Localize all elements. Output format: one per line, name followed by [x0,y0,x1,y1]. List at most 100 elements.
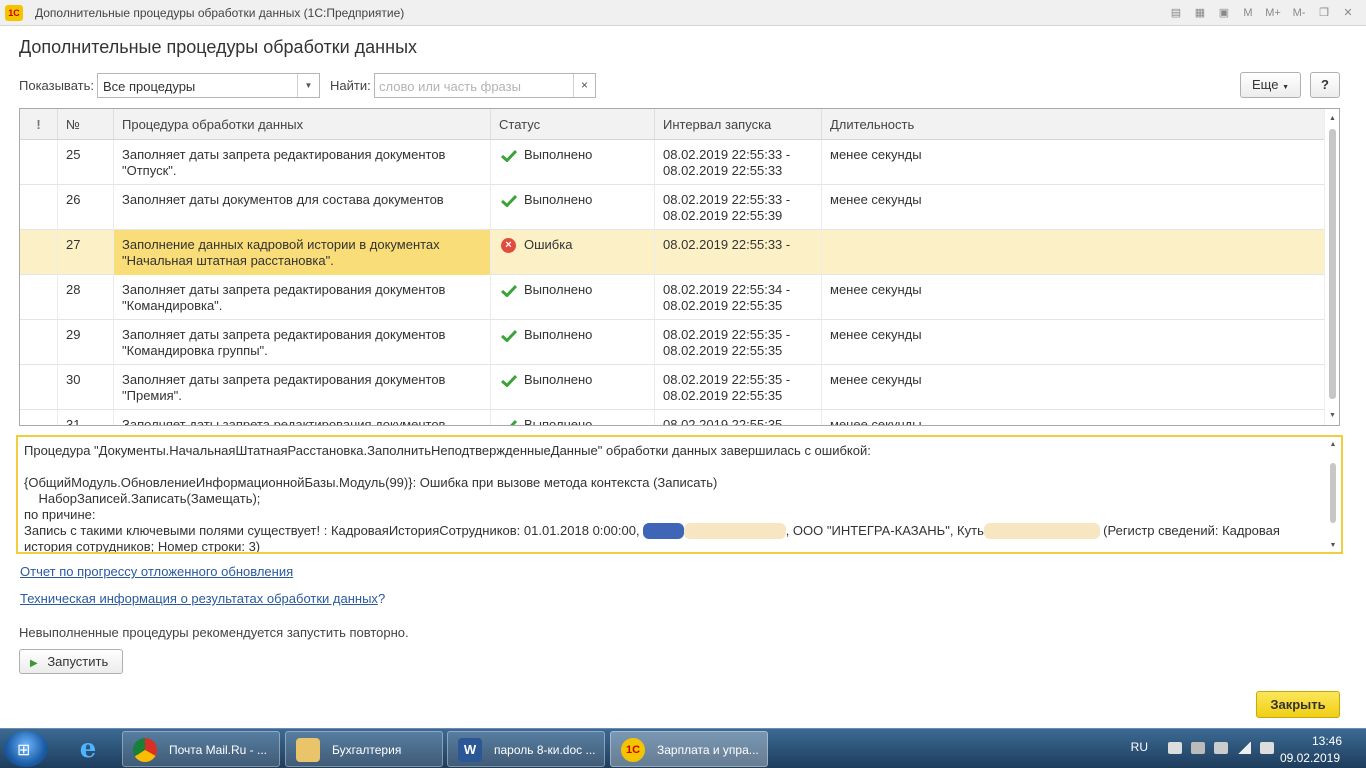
table-scrollbar[interactable]: ▲ ▼ [1324,109,1339,425]
message-scrollbar[interactable]: ▲ ▼ [1327,441,1339,549]
column-header-procedure[interactable]: Процедура обработки данных [114,109,491,140]
1c-icon: 1С [621,738,645,762]
row-status: Выполнено [491,275,655,320]
row-status-label: Выполнено [524,147,593,162]
row-importance [20,140,58,185]
search-input[interactable] [379,77,569,95]
device-icon[interactable] [1214,742,1228,754]
row-procedure: Заполняет даты запрета редактирования до… [114,320,491,365]
redacted-name-2: ин Артем Игоревич [983,523,1100,539]
chevron-down-icon[interactable]: ▼ [297,74,319,97]
row-interval: 08.02.2019 22:55:33 - 08.02.2019 22:55:3… [655,185,822,230]
row-importance [20,365,58,410]
window-title-bar: 1С Дополнительные процедуры обработки да… [0,0,1366,26]
row-duration: менее секунды [830,327,922,342]
taskbar-item-label: Бухгалтерия [332,743,402,757]
start-button[interactable]: ⊞ [4,731,48,767]
checkmark-icon [500,329,518,343]
row-status: Выполнено [491,185,655,230]
row-status-label: Ошибка [524,237,573,252]
checkmark-icon [501,419,518,425]
taskbar-item-label: пароль 8-ки.doc ... [494,743,596,757]
clear-search-icon[interactable]: × [573,74,595,97]
error-icon: × [501,238,516,253]
title-bar-tools: ▤ ▦ ▣ M M+ M- ❐ ✕ [1166,4,1358,22]
row-status: Выполнено [491,140,655,185]
checkmark-icon [500,284,518,298]
table-icon[interactable]: ▦ [1190,4,1210,22]
error-line-3: НаборЗаписей.Записать(Замещать); [24,491,261,506]
row-status: Выполнено [491,410,655,425]
show-select[interactable]: Все процедуры ▼ [97,73,320,98]
column-header-importance[interactable]: ! [20,109,58,140]
taskbar-item-mail[interactable]: Почта Mail.Ru - ... [122,731,280,767]
calendar-icon[interactable]: ▣ [1214,4,1234,22]
close-window-icon[interactable]: ✕ [1338,4,1358,22]
row-importance [20,230,58,275]
table-row[interactable]: 31 Заполняет даты запрета редактирования … [20,410,1325,425]
ie-icon[interactable]: e [72,733,104,765]
tech-info-help-icon[interactable]: ? [378,591,385,606]
procedures-table: ! № Процедура обработки данных Статус Ин… [19,108,1340,426]
memory-button[interactable]: M [1238,4,1258,22]
keyboard-icon[interactable] [1168,742,1182,754]
memory-minus-button[interactable]: M- [1288,4,1310,22]
close-button[interactable]: Закрыть [1256,691,1340,718]
error-line-2: {ОбщийМодуль.ОбновлениеИнформационнойБаз… [24,475,718,490]
volume-icon[interactable] [1260,742,1274,754]
column-header-duration[interactable]: Длительность [822,109,1325,140]
table-row[interactable]: 28 Заполняет даты запрета редактирования … [20,275,1325,320]
row-status-label: Выполнено [524,372,593,387]
language-indicator[interactable]: RU [1131,740,1148,754]
row-status: × Ошибка [491,230,655,275]
taskbar-item-word-doc[interactable]: W пароль 8-ки.doc ... [447,731,605,767]
print-icon[interactable]: ▤ [1166,4,1186,22]
column-header-status[interactable]: Статус [491,109,655,140]
error-line-5b: , ООО "ИНТЕГРА-КАЗАНЬ", Куть [785,523,984,538]
flag-icon[interactable] [1191,742,1205,754]
tech-info-link[interactable]: Техническая информация о результатах обр… [20,591,378,606]
restore-window-icon[interactable]: ❐ [1314,4,1334,22]
row-procedure: Заполняет даты запрета редактирования до… [114,275,491,320]
show-select-value: Все процедуры [103,79,196,94]
help-button[interactable]: ? [1310,72,1340,98]
table-header: ! № Процедура обработки данных Статус Ин… [20,109,1325,140]
column-header-number[interactable]: № [58,109,114,140]
table-row[interactable]: 29 Заполняет даты запрета редактирования … [20,320,1325,365]
clock-time[interactable]: 13:46 [1312,734,1342,748]
table-row[interactable]: 30 Заполняет даты запрета редактирования … [20,365,1325,410]
scroll-up-icon[interactable]: ▲ [1325,112,1339,126]
scroll-up-icon[interactable]: ▲ [1327,441,1339,448]
more-button-label: Еще [1251,77,1279,92]
table-row[interactable]: 26 Заполняет даты документов для состава … [20,185,1325,230]
scroll-thumb[interactable] [1330,463,1336,523]
row-procedure: Заполняет даты запрета редактирования до… [114,365,491,410]
scroll-down-icon[interactable]: ▼ [1327,542,1339,549]
error-message-box[interactable]: Процедура "Документы.НачальнаяШтатнаяРас… [16,435,1343,554]
word-icon: W [458,738,482,762]
network-icon[interactable] [1237,742,1251,754]
search-box[interactable]: × [374,73,596,98]
scroll-down-icon[interactable]: ▼ [1325,409,1339,423]
row-importance [20,185,58,230]
scroll-thumb[interactable] [1329,129,1336,399]
error-message-text: Процедура "Документы.НачальнаяШтатнаяРас… [24,443,1314,552]
error-line-4: по причине: [24,507,96,522]
progress-report-link[interactable]: Отчет по прогрессу отложенного обновлени… [20,564,293,579]
row-status-label: Выполнено [524,282,593,297]
app-logo: 1С [5,5,23,21]
taskbar-item-label: Зарплата и упра... [657,743,759,757]
run-button[interactable]: ▶ Запустить [19,649,123,674]
clock-date[interactable]: 09.02.2019 [1280,751,1340,765]
row-number: 30 [58,365,114,410]
taskbar-item-salary[interactable]: 1С Зарплата и упра... [610,731,768,767]
error-line-5c: (Регистр сведений: Кадровая [1099,523,1280,538]
more-button[interactable]: Еще ▼ [1240,72,1301,98]
table-row[interactable]: 27 Заполнение данных кадровой истории в д… [20,230,1325,275]
taskbar-item-accounting[interactable]: Бухгалтерия [285,731,443,767]
column-header-interval[interactable]: Интервал запуска [655,109,822,140]
row-status-label: Выполнено [524,327,593,342]
row-number: 31 [58,410,114,425]
table-row[interactable]: 25 Заполняет даты запрета редактирования … [20,140,1325,185]
memory-plus-button[interactable]: M+ [1262,4,1284,22]
